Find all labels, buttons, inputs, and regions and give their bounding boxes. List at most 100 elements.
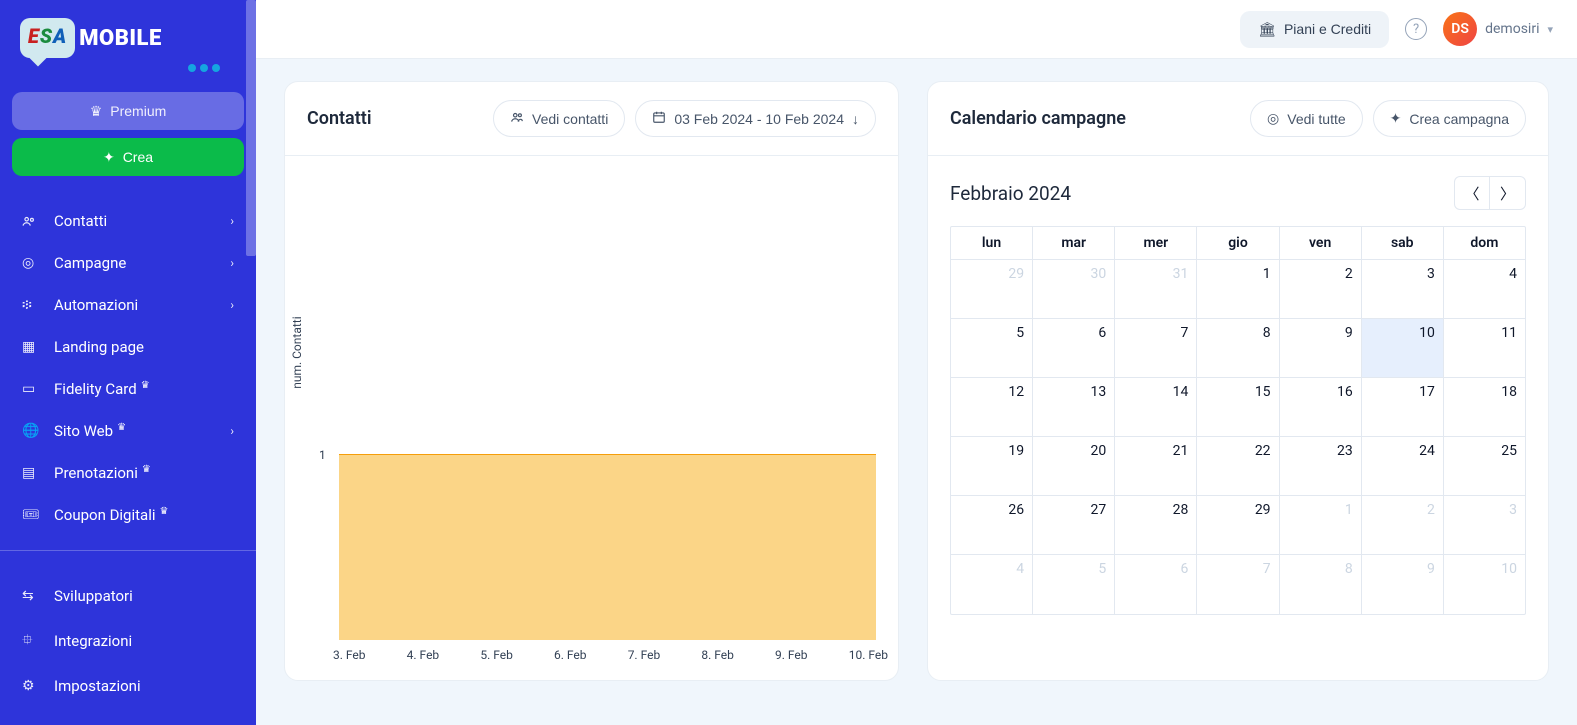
calendar-day[interactable]: 29 — [951, 260, 1033, 319]
logo: ESA MOBILE — [0, 0, 256, 84]
card-icon: ▭ — [22, 381, 40, 397]
calendar-icon: ▤ — [22, 465, 40, 481]
view-contacts-button[interactable]: Vedi contatti — [493, 100, 625, 137]
calendar-next-button[interactable]: 〉 — [1490, 176, 1526, 210]
calendar-day[interactable]: 9 — [1280, 319, 1362, 378]
calendar-day[interactable]: 10 — [1362, 319, 1444, 378]
calendar-day[interactable]: 1 — [1197, 260, 1279, 319]
sidebar-item-contatti[interactable]: Contatti› — [0, 200, 256, 242]
crown-icon: ♛ — [117, 422, 126, 433]
calendar-day[interactable]: 2 — [1362, 496, 1444, 555]
date-range-button[interactable]: 03 Feb 2024 - 10 Feb 2024 ↓ — [635, 100, 876, 137]
calendar-day[interactable]: 4 — [951, 555, 1033, 614]
calendar-day[interactable]: 18 — [1444, 378, 1525, 437]
calendar-day[interactable]: 16 — [1280, 378, 1362, 437]
calendar-day[interactable]: 13 — [1033, 378, 1115, 437]
calendar-day[interactable]: 6 — [1115, 555, 1197, 614]
calendar-day[interactable]: 28 — [1115, 496, 1197, 555]
user-menu[interactable]: DS demosiri ▾ — [1443, 12, 1553, 46]
puzzle-icon: ⯐ — [22, 629, 40, 653]
calendar-day[interactable]: 15 — [1197, 378, 1279, 437]
calendar-dayname: mar — [1033, 227, 1115, 260]
calendar-day[interactable]: 11 — [1444, 319, 1525, 378]
x-ticks: 3. Feb4. Feb5. Feb6. Feb7. Feb8. Feb9. F… — [333, 648, 888, 662]
calendar-dayname: ven — [1280, 227, 1362, 260]
globe-icon: 🌐 — [22, 423, 40, 439]
calendar-day[interactable]: 7 — [1197, 555, 1279, 614]
x-tick: 7. Feb — [628, 648, 661, 662]
calendar-day[interactable]: 21 — [1115, 437, 1197, 496]
sidebar: ESA MOBILE ♛ Premium ✦ Crea Contatti›◎Ca… — [0, 0, 256, 725]
calendar-grid: lunmarmergiovensabdom2930311234567891011… — [950, 226, 1526, 615]
x-tick: 3. Feb — [333, 648, 366, 662]
calendar-prev-button[interactable]: 〈 — [1454, 176, 1490, 210]
sidebar-item-automazioni[interactable]: ፨Automazioni› — [0, 284, 256, 326]
calendar-day[interactable]: 8 — [1280, 555, 1362, 614]
chevron-right-icon: › — [230, 256, 234, 270]
calendar-day[interactable]: 3 — [1362, 260, 1444, 319]
sidebar-item-impostazioni[interactable]: ⚙Impostazioni — [0, 665, 256, 707]
sidebar-item-landing-page[interactable]: ▦ Landing page — [0, 326, 256, 368]
calendar-day[interactable]: 31 — [1115, 260, 1197, 319]
x-tick: 8. Feb — [701, 648, 734, 662]
calendar-dayname: dom — [1444, 227, 1525, 260]
calendar-day[interactable]: 2 — [1280, 260, 1362, 319]
topbar: 🏛 Piani e Crediti ? DS demosiri ▾ — [256, 0, 1577, 59]
calendar-day[interactable]: 17 — [1362, 378, 1444, 437]
calendar-day[interactable]: 7 — [1115, 319, 1197, 378]
calendar-day[interactable]: 14 — [1115, 378, 1197, 437]
sidebar-item-campagne[interactable]: ◎Campagne› — [0, 242, 256, 284]
sidebar-item-prenotazioni[interactable]: ▤Prenotazioni♛ — [0, 452, 256, 494]
calendar-day[interactable]: 27 — [1033, 496, 1115, 555]
users-icon — [510, 110, 524, 127]
calendar-day[interactable]: 25 — [1444, 437, 1525, 496]
sidebar-item-label: Impostazioni — [54, 677, 234, 695]
calendar-day[interactable]: 5 — [1033, 555, 1115, 614]
help-button[interactable]: ? — [1405, 18, 1427, 40]
calendar-day[interactable]: 30 — [1033, 260, 1115, 319]
plans-button[interactable]: 🏛 Piani e Crediti — [1240, 11, 1389, 48]
sidebar-menu: Contatti›◎Campagne›፨Automazioni› ▦ Landing… — [0, 184, 256, 542]
crea-button[interactable]: ✦ Crea — [12, 138, 244, 176]
calendar-day[interactable]: 12 — [951, 378, 1033, 437]
sidebar-item-label: Coupon Digitali♛ — [54, 506, 234, 524]
calendar-day[interactable]: 10 — [1444, 555, 1525, 614]
crown-icon: ♛ — [90, 103, 103, 120]
sidebar-item-label: Landing page — [54, 338, 234, 356]
calendar-icon — [652, 110, 666, 127]
calendar-day[interactable]: 8 — [1197, 319, 1279, 378]
sidebar-item-sito-web[interactable]: 🌐Sito Web♛› — [0, 410, 256, 452]
premium-button[interactable]: ♛ Premium — [12, 92, 244, 130]
calendar-day[interactable]: 23 — [1280, 437, 1362, 496]
sidebar-item-label: Automazioni — [54, 296, 230, 314]
calendar-day[interactable]: 9 — [1362, 555, 1444, 614]
calendar-day[interactable]: 6 — [1033, 319, 1115, 378]
crown-icon: ♛ — [141, 380, 150, 391]
calendar-day[interactable]: 24 — [1362, 437, 1444, 496]
calendar-day[interactable]: 22 — [1197, 437, 1279, 496]
calendar-day[interactable]: 1 — [1280, 496, 1362, 555]
calendar-day[interactable]: 20 — [1033, 437, 1115, 496]
sidebar-item-fidelity-card[interactable]: ▭Fidelity Card♛ — [0, 368, 256, 410]
calendar-day[interactable]: 3 — [1444, 496, 1525, 555]
contatti-chart: num. Contatti 13. Feb4. Feb5. Feb6. Feb7… — [285, 156, 898, 680]
chevron-down-icon: ▾ — [1547, 23, 1553, 36]
avatar: DS — [1443, 12, 1477, 46]
calendar-dayname: gio — [1197, 227, 1279, 260]
calendar-day[interactable]: 19 — [951, 437, 1033, 496]
calendar-day[interactable]: 29 — [1197, 496, 1279, 555]
create-campaign-button[interactable]: ✦ Crea campagna — [1373, 100, 1526, 137]
x-tick: 4. Feb — [407, 648, 440, 662]
grid-icon: ▦ — [22, 339, 40, 355]
wand-icon: ✦ — [1390, 110, 1402, 127]
sidebar-item-coupon-digitali[interactable]: 🎟 Coupon Digitali♛ — [0, 494, 256, 536]
calendar-dayname: mer — [1115, 227, 1197, 260]
ticket-icon: 🎟 — [22, 507, 40, 523]
view-all-button[interactable]: ◎ Vedi tutte — [1250, 100, 1363, 137]
calendar-day[interactable]: 4 — [1444, 260, 1525, 319]
sidebar-item-integrazioni[interactable]: ⯐ Integrazioni — [0, 617, 256, 665]
sidebar-item-sviluppatori[interactable]: ⇆Sviluppatori — [0, 575, 256, 617]
sidebar-item-label: Integrazioni — [54, 632, 234, 650]
calendar-day[interactable]: 5 — [951, 319, 1033, 378]
calendar-day[interactable]: 26 — [951, 496, 1033, 555]
